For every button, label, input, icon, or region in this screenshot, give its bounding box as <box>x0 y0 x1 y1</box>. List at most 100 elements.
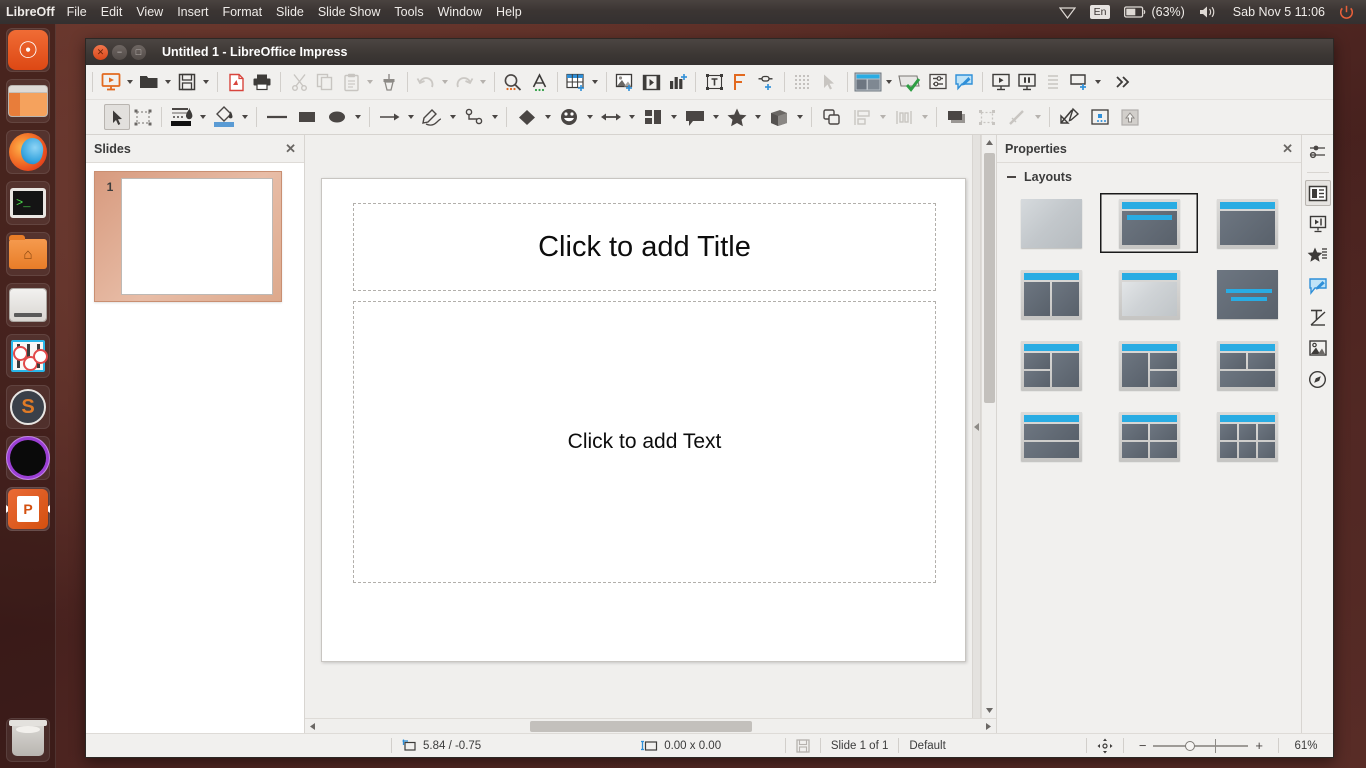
menu-item-view[interactable]: View <box>129 0 170 24</box>
arrange-button[interactable] <box>817 104 847 130</box>
snap-to-grid-button[interactable] <box>816 69 842 95</box>
line-color-dropdown[interactable] <box>197 104 209 130</box>
start-slideshow-button[interactable] <box>988 69 1014 95</box>
basic-shapes-dropdown[interactable] <box>542 104 554 130</box>
distribute-dropdown[interactable] <box>919 104 931 130</box>
glue-points-button[interactable] <box>1085 104 1115 130</box>
stars-dropdown[interactable] <box>752 104 764 130</box>
clone-formatting-button[interactable] <box>376 69 402 95</box>
terminal-icon[interactable]: >_ <box>6 181 50 225</box>
new-slide-dropdown[interactable] <box>1092 69 1104 95</box>
export-pdf-button[interactable] <box>223 69 249 95</box>
layout-two-rows[interactable] <box>1002 406 1100 466</box>
layout-content-two-right[interactable] <box>1100 335 1198 395</box>
3d-objects-dropdown[interactable] <box>794 104 806 130</box>
show-grid-button[interactable] <box>790 69 816 95</box>
close-icon[interactable]: ✕ <box>1282 141 1293 157</box>
gallery-tab-icon[interactable] <box>1305 335 1331 361</box>
new-presentation-button[interactable] <box>98 69 124 95</box>
ubuntu-dash-icon[interactable]: ☉ <box>6 28 50 72</box>
layout-title-content[interactable] <box>1100 193 1198 253</box>
arrow-line-button[interactable] <box>375 104 405 130</box>
keyboard-layout-indicator[interactable]: En <box>1084 0 1117 24</box>
wifi-icon[interactable] <box>1053 0 1082 24</box>
menu-item-app-name[interactable]: LibreOff <box>0 0 60 24</box>
styles-tab-icon[interactable] <box>1305 304 1331 330</box>
new-presentation-dropdown[interactable] <box>124 69 136 95</box>
outline-button[interactable] <box>1040 69 1066 95</box>
insert-hyperlink-button[interactable] <box>753 69 779 95</box>
zoom-level-cell[interactable]: 61% <box>1279 734 1333 758</box>
firefox-icon[interactable] <box>6 130 50 174</box>
scroll-down-arrow-icon[interactable] <box>982 703 997 718</box>
symbol-shapes-dropdown[interactable] <box>584 104 596 130</box>
insert-media-button[interactable] <box>638 69 664 95</box>
points-edit-button[interactable] <box>1055 104 1085 130</box>
zoom-knob[interactable] <box>1185 740 1196 751</box>
symbol-shapes-button[interactable] <box>554 104 584 130</box>
menu-item-file[interactable]: File <box>60 0 94 24</box>
align-objects-dropdown[interactable] <box>877 104 889 130</box>
distribute-button[interactable] <box>889 104 919 130</box>
scroll-right-arrow-icon[interactable] <box>981 719 996 734</box>
zoom-out-button[interactable]: − <box>1132 738 1154 753</box>
insert-table-button[interactable] <box>563 69 589 95</box>
connector-dropdown[interactable] <box>489 104 501 130</box>
basic-shapes-button[interactable] <box>512 104 542 130</box>
insert-table-dropdown[interactable] <box>589 69 601 95</box>
title-placeholder[interactable]: Click to add Title <box>353 203 936 291</box>
start-from-first-slide-button[interactable] <box>951 69 977 95</box>
maximize-button[interactable]: □ <box>131 44 146 60</box>
menu-item-insert[interactable]: Insert <box>170 0 215 24</box>
paste-button[interactable] <box>338 69 364 95</box>
close-icon[interactable]: ✕ <box>285 141 296 157</box>
properties-tab-icon[interactable] <box>1304 180 1331 206</box>
save-status-cell[interactable] <box>786 734 820 758</box>
display-views-button[interactable] <box>853 69 883 95</box>
layout-centered-text[interactable] <box>1198 264 1296 324</box>
arrow-line-dropdown[interactable] <box>405 104 417 130</box>
insert-line-button[interactable] <box>262 104 292 130</box>
curve-button[interactable] <box>417 104 447 130</box>
disk-drive-icon[interactable] <box>6 283 50 327</box>
slides-list[interactable]: 1 <box>86 163 304 733</box>
slide-thumbnail-1[interactable]: 1 <box>94 171 282 302</box>
callouts-button[interactable] <box>680 104 710 130</box>
line-color-button[interactable] <box>167 104 197 130</box>
slide-transition-tab-icon[interactable] <box>1305 211 1331 237</box>
save-dropdown[interactable] <box>200 69 212 95</box>
animation-tab-icon[interactable] <box>1305 242 1331 268</box>
layout-two-content[interactable] <box>1002 264 1100 324</box>
vertical-scrollbar[interactable] <box>981 135 996 718</box>
menu-item-slide-show[interactable]: Slide Show <box>311 0 388 24</box>
menu-item-window[interactable]: Window <box>431 0 489 24</box>
navigator-tab-icon[interactable] <box>1305 366 1331 392</box>
sublime-icon[interactable]: S <box>6 385 50 429</box>
menu-item-format[interactable]: Format <box>215 0 269 24</box>
block-arrows-button[interactable] <box>596 104 626 130</box>
layout-title-only[interactable] <box>1198 193 1296 253</box>
insert-image-button[interactable] <box>612 69 638 95</box>
fill-color-dropdown[interactable] <box>239 104 251 130</box>
filter-dropdown[interactable] <box>1032 104 1044 130</box>
trash-icon[interactable] <box>6 718 50 762</box>
rotate-tool-button[interactable] <box>130 104 156 130</box>
layout-six-content[interactable] <box>1198 406 1296 466</box>
clock-indicator[interactable]: Sab Nov 5 11:06 <box>1227 0 1331 24</box>
3d-objects-button[interactable] <box>764 104 794 130</box>
filter-button[interactable] <box>1002 104 1032 130</box>
zoom-slider[interactable]: − + <box>1124 738 1278 753</box>
shadow-button[interactable] <box>942 104 972 130</box>
toolbar-overflow-button[interactable] <box>1110 69 1136 95</box>
volume-icon[interactable] <box>1193 0 1225 24</box>
home-folder-icon[interactable]: ⌂ <box>6 232 50 276</box>
to-foreground-button[interactable] <box>1115 104 1145 130</box>
dark-circle-icon[interactable] <box>6 436 50 480</box>
menu-item-slide[interactable]: Slide <box>269 0 311 24</box>
slide-properties-button[interactable] <box>895 69 925 95</box>
master-slide-button[interactable] <box>925 69 951 95</box>
layout-two-top-one-bottom[interactable] <box>1198 335 1296 395</box>
new-slide-button[interactable] <box>1066 69 1092 95</box>
battery-indicator[interactable]: (63%) <box>1118 0 1190 24</box>
vertical-scrollbar-thumb[interactable] <box>984 153 995 403</box>
